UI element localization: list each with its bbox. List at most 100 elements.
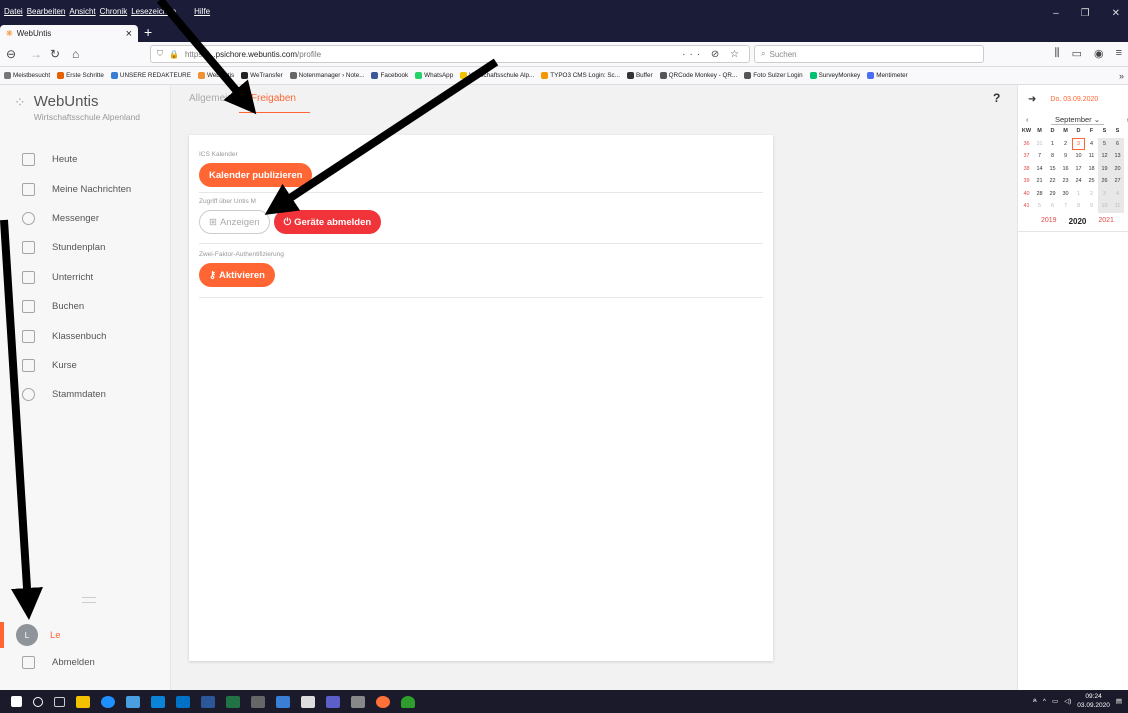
nav-nachrichten[interactable]: Meine Nachrichten bbox=[0, 174, 171, 203]
edge-icon[interactable] bbox=[101, 695, 115, 708]
app-icon[interactable] bbox=[276, 695, 290, 708]
calendar-day[interactable]: 26 bbox=[1098, 175, 1111, 188]
bookmark-item[interactable]: QRCode Monkey - QR... bbox=[659, 71, 737, 79]
calendar-day[interactable]: 29 bbox=[1046, 188, 1059, 201]
calendar-day[interactable]: 10 bbox=[1072, 150, 1085, 163]
calendar-day[interactable]: 10 bbox=[1098, 200, 1111, 213]
calendar-day[interactable]: 8 bbox=[1072, 200, 1085, 213]
search-icon[interactable] bbox=[33, 696, 43, 707]
calendar-day[interactable]: 12 bbox=[1098, 150, 1111, 163]
calendar-day[interactable]: 5 bbox=[1033, 200, 1046, 213]
calendar-day[interactable]: 3 bbox=[1072, 137, 1085, 150]
calendar-day[interactable]: 19 bbox=[1098, 162, 1111, 175]
calendar-day[interactable]: 27 bbox=[1111, 175, 1124, 188]
library-icon[interactable]: ⫼ bbox=[1055, 47, 1060, 60]
pin-icon[interactable]: ➜ bbox=[1028, 94, 1036, 105]
calendar-week-number[interactable]: 41 bbox=[1020, 200, 1033, 213]
nav-stammdaten[interactable]: Stammdaten bbox=[0, 380, 171, 409]
home-button[interactable]: ⌂ bbox=[72, 47, 79, 61]
calendar-day[interactable]: 8 bbox=[1046, 150, 1059, 163]
people-icon[interactable]: ጰ bbox=[1033, 697, 1037, 705]
current-date[interactable]: Do. 03.09.2020 bbox=[1050, 96, 1098, 103]
calendar-day[interactable]: 18 bbox=[1085, 163, 1098, 176]
store-icon[interactable] bbox=[76, 695, 90, 708]
collapse-menu-icon[interactable] bbox=[82, 597, 96, 603]
url-bar[interactable]: ⛉ 🔒 https://...psichore.webuntis.com/pro… bbox=[150, 45, 750, 63]
new-tab-button[interactable]: + bbox=[144, 24, 152, 40]
outlook-icon[interactable] bbox=[176, 695, 190, 708]
calendar-day[interactable]: 11 bbox=[1085, 150, 1098, 163]
calendar-day[interactable]: 31 bbox=[1033, 138, 1046, 151]
close-tab-icon[interactable]: × bbox=[126, 28, 132, 40]
show-button[interactable]: ⊞ Anzeigen bbox=[199, 210, 270, 234]
bookmark-item[interactable]: WebUntis bbox=[197, 71, 234, 79]
calendar-week-number[interactable]: 38 bbox=[1020, 163, 1033, 176]
calendar-day[interactable]: 15 bbox=[1046, 163, 1059, 176]
calendar-day[interactable]: 11 bbox=[1111, 200, 1124, 213]
calendar-day[interactable]: 22 bbox=[1046, 175, 1059, 188]
calendar-day[interactable]: 1 bbox=[1046, 138, 1059, 151]
reload-button[interactable]: ↻ bbox=[50, 47, 60, 61]
clock[interactable]: 09:24 03.09.2020 bbox=[1077, 692, 1110, 710]
calendar-day[interactable]: 21 bbox=[1033, 175, 1046, 188]
menu-chronik[interactable]: Chronik bbox=[100, 7, 128, 16]
teams-icon[interactable] bbox=[326, 695, 340, 708]
bookmark-item[interactable]: WeTransfer bbox=[241, 71, 283, 79]
calendar-day[interactable]: 2 bbox=[1059, 138, 1072, 151]
logout-devices-button[interactable]: ⏻ Geräte abmelden bbox=[273, 210, 382, 234]
nav-unterricht[interactable]: Unterricht bbox=[0, 263, 171, 292]
calendar-week-number[interactable]: 36 bbox=[1020, 138, 1033, 151]
activate-2fa-button[interactable]: ⚷ Aktivieren bbox=[199, 263, 275, 287]
calendar-day[interactable]: 3 bbox=[1098, 187, 1111, 200]
word-icon[interactable] bbox=[201, 695, 215, 708]
nav-buchen[interactable]: Buchen bbox=[0, 292, 171, 321]
calendar-day[interactable]: 2 bbox=[1085, 188, 1098, 201]
user-profile-link[interactable]: L Le bbox=[0, 622, 61, 648]
notification-icon[interactable]: ▤ bbox=[1116, 697, 1122, 705]
calendar-day[interactable]: 4 bbox=[1111, 187, 1124, 200]
browser-tab[interactable]: ❋ WebUntis × bbox=[0, 25, 138, 42]
bookmark-item[interactable]: UNSERE REDAKTEURE bbox=[110, 71, 191, 79]
help-icon[interactable]: ? bbox=[993, 91, 1000, 105]
calendar-week-number[interactable]: 37 bbox=[1020, 150, 1033, 163]
tab-freigaben[interactable]: Freigaben bbox=[238, 85, 310, 113]
volume-icon[interactable]: ◁) bbox=[1064, 697, 1071, 705]
menu-lesezeichen[interactable]: Lesezeichen bbox=[131, 7, 176, 16]
calendar-day[interactable]: 7 bbox=[1033, 150, 1046, 163]
forward-button[interactable]: → bbox=[30, 47, 42, 61]
bookmark-item[interactable]: Foto Sulzer Login bbox=[744, 71, 803, 79]
bookmark-item[interactable]: Mentimeter bbox=[867, 71, 908, 79]
bookmarks-more-button[interactable]: » bbox=[1119, 71, 1124, 81]
account-icon[interactable]: ◉ bbox=[1094, 47, 1104, 60]
calculator-icon[interactable] bbox=[301, 695, 315, 708]
calendar-day[interactable]: 17 bbox=[1072, 163, 1085, 176]
bookmark-item[interactable]: Erste Schritte bbox=[57, 71, 104, 79]
tray-chevron-icon[interactable]: ^ bbox=[1043, 698, 1046, 705]
nav-heute[interactable]: Heute bbox=[0, 145, 171, 174]
minimize-button[interactable]: – bbox=[1053, 8, 1059, 19]
nav-kurse[interactable]: Kurse bbox=[0, 351, 171, 380]
publish-calendar-button[interactable]: Kalender publizieren bbox=[199, 163, 313, 187]
calendar-day[interactable]: 14 bbox=[1033, 163, 1046, 176]
page-actions[interactable]: ··· ⊘ ☆ bbox=[682, 49, 743, 60]
logout-link[interactable]: Abmelden bbox=[22, 656, 95, 669]
maximize-button[interactable]: ❐ bbox=[1081, 8, 1090, 19]
task-view-icon[interactable] bbox=[54, 696, 65, 707]
calendar-day[interactable]: 6 bbox=[1111, 137, 1124, 150]
sidebar-icon[interactable]: ▭ bbox=[1072, 47, 1082, 60]
calendar-day[interactable]: 30 bbox=[1059, 188, 1072, 201]
search-bar[interactable]: ⌕ Suchen bbox=[754, 45, 984, 63]
calendar-day[interactable]: 13 bbox=[1111, 150, 1124, 163]
bookmark-item[interactable]: SurveyMonkey bbox=[809, 71, 860, 79]
calendar-day[interactable]: 6 bbox=[1046, 200, 1059, 213]
calendar-day[interactable]: 24 bbox=[1072, 175, 1085, 188]
year-next[interactable]: 2021 bbox=[1098, 217, 1114, 226]
excel-icon[interactable] bbox=[226, 695, 240, 708]
windows-start-icon[interactable] bbox=[11, 696, 22, 707]
calendar-day[interactable]: 20 bbox=[1111, 162, 1124, 175]
menu-hilfe[interactable]: Hilfe bbox=[194, 7, 210, 16]
menu-datei[interactable]: Datei bbox=[4, 7, 23, 16]
calendar-day[interactable]: 1 bbox=[1072, 188, 1085, 201]
bookmark-item[interactable]: Wirtschaftsschule Alp... bbox=[460, 71, 534, 79]
bookmark-item[interactable]: Meistbesucht bbox=[4, 71, 50, 79]
